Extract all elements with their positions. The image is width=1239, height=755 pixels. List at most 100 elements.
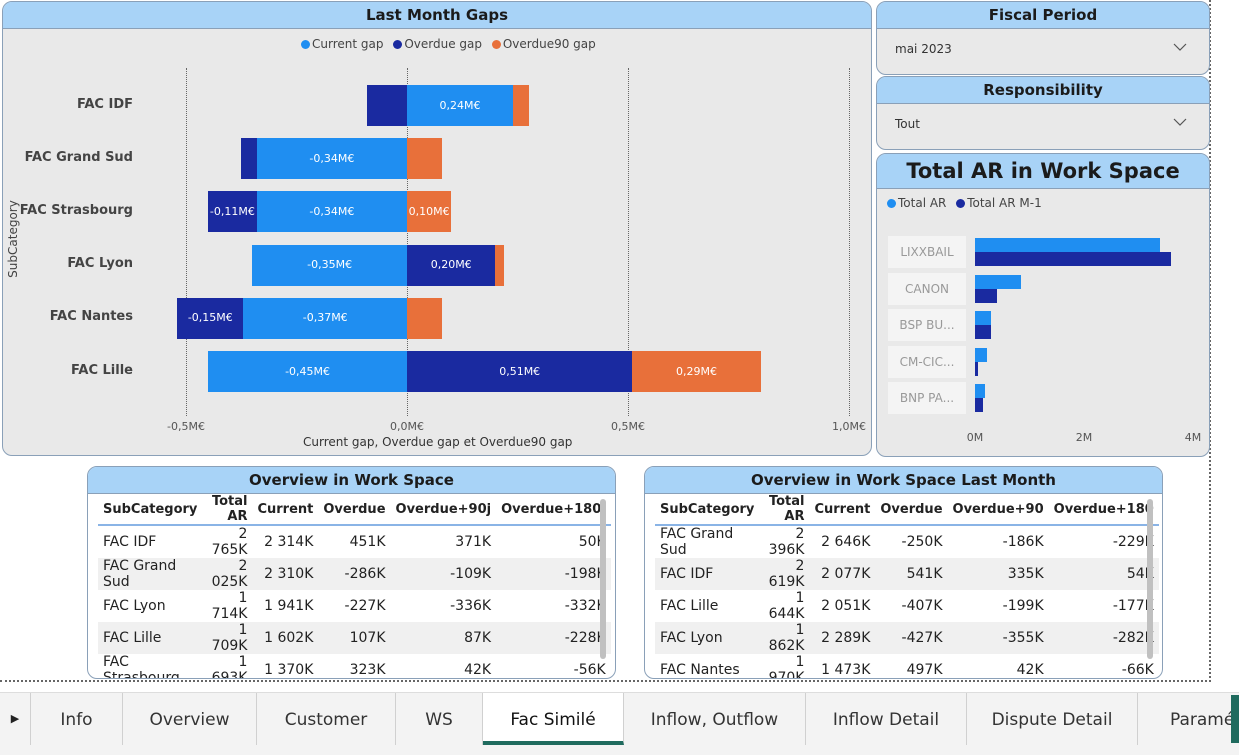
fiscal-period-title: Fiscal Period: [877, 2, 1209, 29]
data-label: -0,34M€: [309, 204, 355, 218]
table-cell: -427K: [875, 622, 948, 654]
responsibility-value[interactable]: Tout: [895, 117, 920, 131]
table-cell: 335K: [947, 558, 1049, 590]
category-label: FAC IDF: [76, 96, 133, 112]
overview-table-panel[interactable]: Overview in Work Space SubCategory Total …: [87, 466, 616, 679]
table-row[interactable]: FAC IDF 2 765K 2 314K 451K 371K 50K: [98, 525, 611, 558]
column-header[interactable]: Overdue: [875, 494, 948, 526]
x-tick-label: -0,5M€: [167, 420, 205, 433]
bar-total-ar[interactable]: [975, 274, 1022, 289]
table-row[interactable]: FAC Lille 1 709K 1 602K 107K 87K -228K: [98, 622, 611, 654]
tab-ws[interactable]: WS: [396, 693, 483, 745]
table-cell: 2 765K: [211, 526, 248, 558]
bar-total-ar-m-1[interactable]: [975, 325, 992, 339]
tab-parametres[interactable]: Paramét: [1138, 693, 1239, 745]
bar-overdue-gap[interactable]: [367, 85, 407, 126]
column-header[interactable]: Overdue+90j: [390, 494, 497, 526]
table-cell: FAC IDF: [103, 534, 157, 550]
category-label: FAC Lille: [71, 362, 133, 378]
table-cell: -198K: [496, 558, 611, 590]
fiscal-period-slicer[interactable]: Fiscal Period mai 2023: [876, 1, 1210, 75]
bar-total-ar[interactable]: [975, 384, 985, 398]
column-header[interactable]: Current: [809, 494, 876, 526]
bar-total-ar-m-1[interactable]: [975, 398, 984, 412]
table-row[interactable]: FAC Lyon 1 714K 1 941K -227K -336K -332K: [98, 590, 611, 622]
tab-dispute-detail[interactable]: Dispute Detail: [967, 693, 1138, 745]
table-cell: 1 644K: [768, 590, 805, 622]
gaps-plot-area[interactable]: -0,5M€ 0,0M€ 0,5M€ 1,0M€ FAC IDF 0,24M€ FAC Gr…: [3, 2, 871, 455]
gaps-chart-panel[interactable]: Last Month Gaps Current gap Overdue gap …: [2, 1, 872, 456]
column-header[interactable]: SubCategory: [98, 494, 203, 526]
overview-scrollbar[interactable]: [600, 499, 606, 659]
table-row[interactable]: FAC Strasbourg 1 693K 1 370K 323K 42K -56K: [98, 654, 611, 679]
table-cell: 1 714K: [211, 590, 248, 622]
total-ar-chart-panel[interactable]: Total AR in Work Space Total AR Total AR…: [876, 153, 1210, 457]
responsibility-slicer[interactable]: Responsibility Tout: [876, 76, 1210, 150]
tab-info[interactable]: Info: [31, 693, 123, 745]
overview-table[interactable]: SubCategory Total AR Current Overdue Overdue…: [98, 494, 611, 679]
bar-overdue90-gap[interactable]: [407, 297, 443, 339]
category-label: BSP BU...: [888, 309, 966, 341]
bar-total-ar[interactable]: [975, 347, 987, 362]
table-row[interactable]: FAC Grand Sud 2 025K 2 310K -286K -109K -198K: [98, 558, 611, 590]
column-header[interactable]: Overdue: [318, 494, 391, 526]
tab-scroll-right-icon[interactable]: ▶: [0, 693, 31, 745]
tab-inflow-detail[interactable]: Inflow Detail: [806, 693, 967, 745]
table-cell: -186K: [1002, 534, 1044, 550]
table-cell: 1 970K: [768, 654, 805, 679]
bar-total-ar-m-1[interactable]: [975, 252, 1172, 266]
table-row[interactable]: FAC IDF 2 619K 2 077K 541K 335K 54K: [655, 558, 1159, 590]
tab-overview[interactable]: Overview: [123, 693, 257, 745]
overview-last-month-scrollbar[interactable]: [1147, 499, 1153, 659]
table-cell: FAC Nantes: [660, 662, 740, 678]
x-tick-label: 4M: [1184, 431, 1202, 444]
table-cell: FAC IDF: [655, 558, 760, 590]
table-cell: 2 077K: [809, 558, 876, 590]
x-axis-title: Current gap, Overdue gap et Overdue90 ga…: [303, 435, 573, 449]
table-row[interactable]: FAC Lille 1 644K 2 051K -407K -199K -177K: [655, 590, 1159, 622]
bar-overdue90-gap[interactable]: [513, 85, 529, 126]
table-row[interactable]: FAC Grand Sud 2 396K 2 646K -250K -186K -229K: [655, 525, 1159, 558]
tab-inflow-outflow[interactable]: Inflow, Outflow: [624, 693, 806, 745]
table-cell: -250K: [901, 534, 943, 550]
bar-total-ar[interactable]: [975, 238, 1161, 252]
overview-last-month-table[interactable]: SubCategory Total AR Current Overdue Overdue…: [655, 494, 1159, 679]
category-label: FAC Lyon: [67, 256, 133, 272]
bar-total-ar-m-1[interactable]: [975, 361, 978, 376]
column-header[interactable]: Overdue+180: [1048, 494, 1159, 526]
overview-title: Overview in Work Space: [88, 467, 615, 494]
table-cell: 42K: [1016, 662, 1044, 678]
table-cell: 42K: [464, 662, 492, 678]
tab-fac-simile[interactable]: Fac Similé: [483, 693, 624, 745]
x-tick-label: 0,5M€: [611, 420, 645, 433]
bar-overdue90-gap[interactable]: [495, 244, 505, 286]
column-header[interactable]: Current: [252, 494, 319, 526]
bar-total-ar[interactable]: [975, 311, 992, 325]
category-label: BNP PA...: [888, 382, 966, 414]
column-header[interactable]: SubCategory: [655, 494, 760, 526]
column-header[interactable]: Total AR: [202, 494, 253, 526]
data-label: -0,34M€: [309, 151, 355, 165]
table-row[interactable]: FAC Nantes 1 970K 1 473K 497K 42K -66K: [655, 654, 1159, 679]
table-cell: 54K: [1048, 558, 1159, 590]
table-cell: FAC Grand Sud: [98, 558, 203, 590]
data-label: -0,45M€: [285, 364, 331, 378]
bar-overdue90-gap[interactable]: [407, 138, 443, 180]
data-label: 0,24M€: [439, 98, 481, 112]
column-header[interactable]: Total AR: [759, 494, 810, 526]
table-cell: 323K: [349, 662, 386, 678]
category-label: FAC Nantes: [49, 309, 133, 325]
chevron-down-icon[interactable]: [1173, 115, 1187, 129]
table-cell: FAC Strasbourg: [103, 654, 180, 679]
table-row[interactable]: FAC Lyon 1 862K 2 289K -427K -355K -282K: [655, 622, 1159, 654]
fiscal-period-value[interactable]: mai 2023: [895, 42, 952, 56]
column-header[interactable]: Overdue+90: [947, 494, 1049, 526]
total-ar-plot-area[interactable]: 0M 2M 4M LIXXBAIL CANON BSP BU... CM-CIC... BNP…: [877, 154, 1209, 456]
bar-overdue-gap[interactable]: [241, 138, 257, 180]
bar-total-ar-m-1[interactable]: [975, 288, 997, 303]
overview-last-month-table-panel[interactable]: Overview in Work Space Last Month SubCat…: [644, 466, 1163, 679]
chevron-down-icon[interactable]: [1173, 40, 1187, 54]
table-cell: -56K: [573, 662, 606, 678]
column-header[interactable]: Overdue+180j: [496, 494, 611, 526]
tab-customer[interactable]: Customer: [257, 693, 396, 745]
